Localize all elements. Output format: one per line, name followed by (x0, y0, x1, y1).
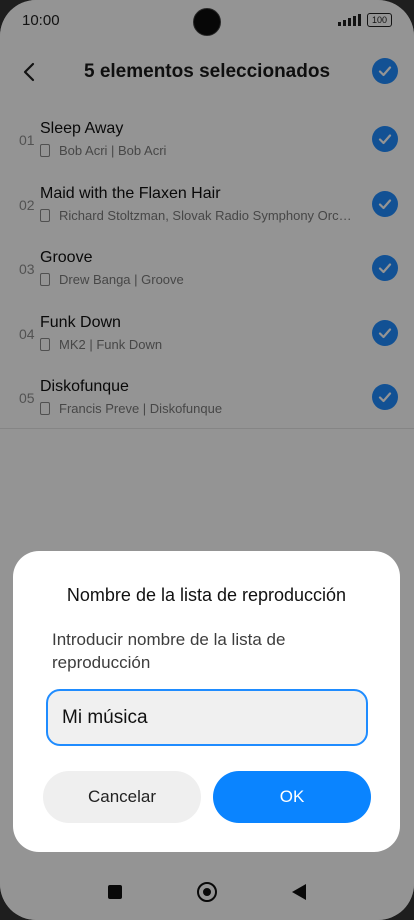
playlist-name-input[interactable] (46, 689, 368, 746)
playlist-name-dialog: Nombre de la lista de reproducción Intro… (13, 551, 400, 852)
app-screen: 10:00 100 5 elementos seleccionados 01 S… (0, 0, 414, 920)
cancel-button[interactable]: Cancelar (43, 771, 201, 823)
dialog-message: Introducir nombre de la lista de reprodu… (52, 630, 286, 672)
ok-button[interactable]: OK (213, 771, 371, 823)
dialog-title: Nombre de la lista de reproducción (66, 585, 347, 605)
